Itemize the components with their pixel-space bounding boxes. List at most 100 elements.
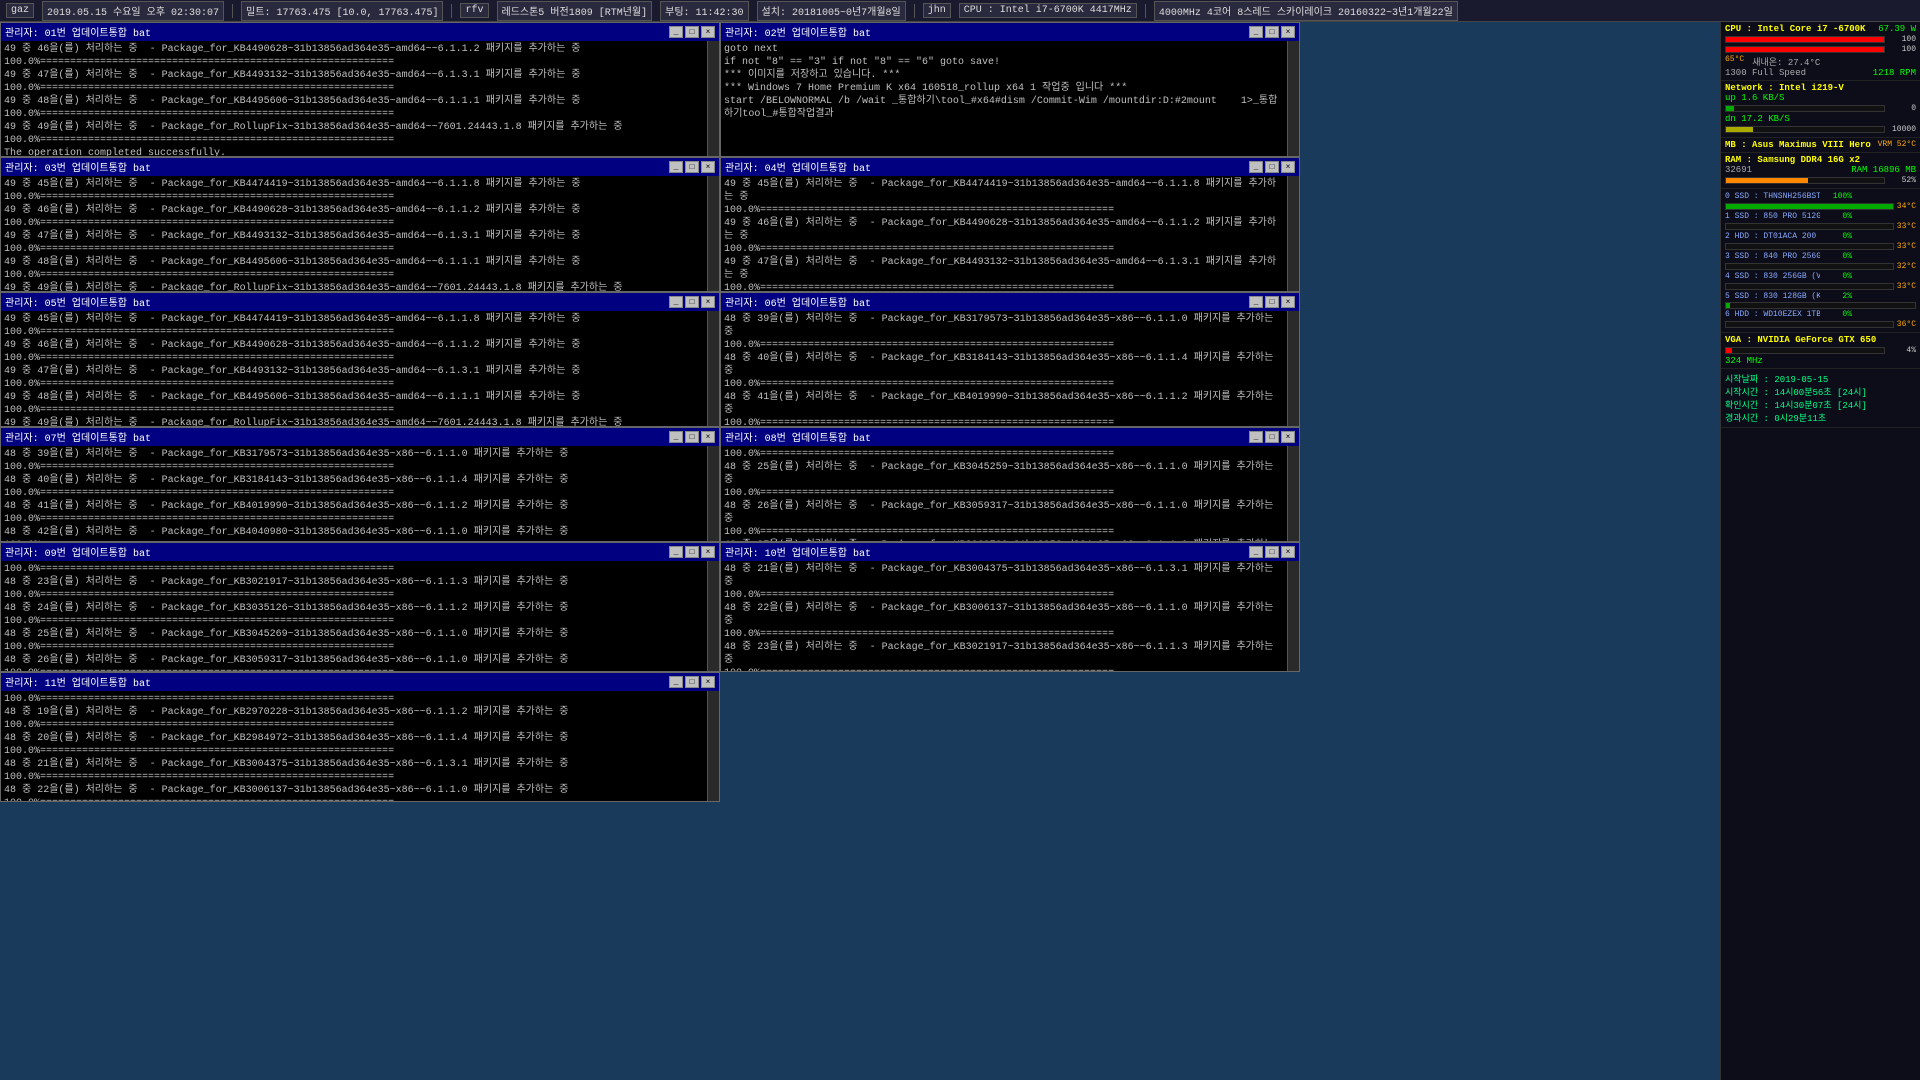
cmd-scrollbar-0[interactable] bbox=[707, 41, 719, 156]
cmd-window-6[interactable]: 관리자: 07번 업데이트통합 bat_□×48 중 39을(를) 처리하는 중… bbox=[0, 427, 720, 542]
storage-bar-container-3: 32°C bbox=[1725, 262, 1916, 271]
cmd-btn-1-3[interactable]: □ bbox=[1265, 161, 1279, 173]
cpu-temp: 65°C bbox=[1725, 55, 1744, 68]
taskbar-app[interactable]: gaz bbox=[6, 3, 34, 18]
mb-vrm: VRM 52°C bbox=[1878, 140, 1916, 150]
cmd-scrollbar-7[interactable] bbox=[1287, 446, 1299, 541]
cmd-btn-2-1[interactable]: × bbox=[1281, 26, 1295, 38]
cmd-window-4[interactable]: 관리자: 05번 업데이트통합 bat_□×49 중 45을(를) 처리하는 중… bbox=[0, 292, 720, 427]
cmd-controls-8: _□× bbox=[669, 546, 715, 558]
cmd-btn-1-6[interactable]: □ bbox=[685, 431, 699, 443]
cmd-btn-2-4[interactable]: × bbox=[701, 296, 715, 308]
storage-row-6: 6 HDD : WD10EZEX 1TB (S:)0% bbox=[1725, 310, 1916, 319]
ram-used: RAM 16896 MB bbox=[1851, 165, 1916, 175]
storage-temp-2: 33°C bbox=[1897, 242, 1916, 251]
cmd-btn-2-9[interactable]: × bbox=[1281, 546, 1295, 558]
cmd-btn-2-10[interactable]: × bbox=[701, 676, 715, 688]
cmd-scrollbar-6[interactable] bbox=[707, 446, 719, 541]
storage-temp-4: 33°C bbox=[1897, 282, 1916, 291]
cmd-btn-0-4[interactable]: _ bbox=[669, 296, 683, 308]
cmd-scrollbar-10[interactable] bbox=[707, 691, 719, 801]
cmd-btn-1-5[interactable]: □ bbox=[1265, 296, 1279, 308]
storage-temp-0: 34°C bbox=[1897, 202, 1916, 211]
cmd-body-10: 100.0%==================================… bbox=[1, 691, 719, 801]
cmd-btn-1-2[interactable]: □ bbox=[685, 161, 699, 173]
cmd-titlebar-3: 관리자: 04번 업데이트통합 bat_□× bbox=[721, 158, 1299, 176]
cmd-scrollbar-5[interactable] bbox=[1287, 311, 1299, 426]
cmd-content-7: 100.0%==================================… bbox=[721, 446, 1287, 541]
cmd-controls-9: _□× bbox=[1249, 546, 1295, 558]
cmd-scrollbar-1[interactable] bbox=[1287, 41, 1299, 156]
cmd-window-2[interactable]: 관리자: 03번 업데이트통합 bat_□×49 중 45을(를) 처리하는 중… bbox=[0, 157, 720, 292]
cmd-window-0[interactable]: 관리자: 01번 업데이트통합 bat_□×49 중 46을(를) 처리하는 중… bbox=[0, 22, 720, 157]
cmd-scrollbar-9[interactable] bbox=[1287, 561, 1299, 671]
cmd-scrollbar-2[interactable] bbox=[707, 176, 719, 291]
cmd-titlebar-5: 관리자: 06번 업데이트통합 bat_□× bbox=[721, 293, 1299, 311]
net-dn-bar-fill bbox=[1726, 127, 1753, 132]
cmd-scrollbar-4[interactable] bbox=[707, 311, 719, 426]
cmd-content-2: 49 중 45을(를) 처리하는 중 - Package_for_KB44744… bbox=[1, 176, 707, 291]
cpu-bar-1: 100 bbox=[1725, 35, 1916, 44]
vga-label: VGA : NVIDIA GeForce GTX 650 bbox=[1725, 335, 1876, 345]
cmd-btn-0-2[interactable]: _ bbox=[669, 161, 683, 173]
cmd-window-7[interactable]: 관리자: 08번 업데이트통합 bat_□×100.0%============… bbox=[720, 427, 1300, 542]
cmd-btn-0-9[interactable]: _ bbox=[1249, 546, 1263, 558]
cmd-content-4: 49 중 45을(를) 처리하는 중 - Package_for_KB44744… bbox=[1, 311, 707, 426]
cmd-body-9: 48 중 21을(를) 처리하는 중 - Package_for_KB30043… bbox=[721, 561, 1299, 671]
cmd-btn-2-8[interactable]: × bbox=[701, 546, 715, 558]
storage-bar-container-2: 33°C bbox=[1725, 242, 1916, 251]
cmd-window-9[interactable]: 관리자: 10번 업데이트통합 bat_□×48 중 21을(를) 처리하는 중… bbox=[720, 542, 1300, 672]
cmd-btn-1-9[interactable]: □ bbox=[1265, 546, 1279, 558]
taskbar-divider1 bbox=[232, 4, 233, 18]
vga-bar: 4% bbox=[1725, 346, 1916, 355]
cmd-btn-1-0[interactable]: □ bbox=[685, 26, 699, 38]
cmd-body-7: 100.0%==================================… bbox=[721, 446, 1299, 541]
cmd-btn-0-10[interactable]: _ bbox=[669, 676, 683, 688]
storage-item-0: 0 SSD : THNSNH256BST (G: D:)100%34°C bbox=[1725, 192, 1916, 211]
cmd-window-3[interactable]: 관리자: 04번 업데이트통합 bat_□×49 중 45을(를) 처리하는 중… bbox=[720, 157, 1300, 292]
cmd-btn-0-8[interactable]: _ bbox=[669, 546, 683, 558]
cmd-title-6: 관리자: 07번 업데이트통합 bat bbox=[5, 429, 151, 445]
cmd-btn-1-1[interactable]: □ bbox=[1265, 26, 1279, 38]
side-panel: CPU : Intel Core i7 -6700K 67.39 W 100 1… bbox=[1720, 22, 1920, 1080]
cmd-btn-0-1[interactable]: _ bbox=[1249, 26, 1263, 38]
cmd-btn-0-7[interactable]: _ bbox=[1249, 431, 1263, 443]
storage-label-6: 6 HDD : WD10EZEX 1TB (S:) bbox=[1725, 310, 1820, 319]
cmd-btn-2-0[interactable]: × bbox=[701, 26, 715, 38]
cmd-btn-0-5[interactable]: _ bbox=[1249, 296, 1263, 308]
cmd-controls-2: _□× bbox=[669, 161, 715, 173]
cmd-titlebar-10: 관리자: 11번 업데이트통합 bat_□× bbox=[1, 673, 719, 691]
cmd-btn-1-4[interactable]: □ bbox=[685, 296, 699, 308]
cmd-window-1[interactable]: 관리자: 02번 업데이트통합 bat_□×goto next if not "… bbox=[720, 22, 1300, 157]
cmd-btn-1-10[interactable]: □ bbox=[685, 676, 699, 688]
cmd-btn-1-8[interactable]: □ bbox=[685, 546, 699, 558]
storage-row-5: 5 SSD : 830 128GB (K:)2% bbox=[1725, 292, 1916, 301]
storage-row-3: 3 SSD : 840 PRO 256GB (C: E: F:)0% bbox=[1725, 252, 1916, 261]
storage-bar-bg-3 bbox=[1725, 263, 1894, 270]
ram-label: RAM : Samsung DDR4 16G x2 bbox=[1725, 155, 1860, 165]
storage-bar-container-6: 36°C bbox=[1725, 320, 1916, 329]
cmd-window-8[interactable]: 관리자: 09번 업데이트통합 bat_□×100.0%============… bbox=[0, 542, 720, 672]
cmd-titlebar-8: 관리자: 09번 업데이트통합 bat_□× bbox=[1, 543, 719, 561]
cmd-btn-2-6[interactable]: × bbox=[701, 431, 715, 443]
cmd-window-10[interactable]: 관리자: 11번 업데이트통합 bat_□×100.0%============… bbox=[0, 672, 720, 802]
cmd-btn-2-3[interactable]: × bbox=[1281, 161, 1295, 173]
cmd-btn-2-7[interactable]: × bbox=[1281, 431, 1295, 443]
cmd-btn-2-2[interactable]: × bbox=[701, 161, 715, 173]
cmd-body-5: 48 중 39을(를) 처리하는 중 - Package_for_KB31795… bbox=[721, 311, 1299, 426]
net-up: up 1.6 KB/S bbox=[1725, 93, 1784, 103]
cmd-btn-2-5[interactable]: × bbox=[1281, 296, 1295, 308]
cmd-window-5[interactable]: 관리자: 06번 업데이트통합 bat_□×48 중 39을(를) 처리하는 중… bbox=[720, 292, 1300, 427]
cmd-btn-1-7[interactable]: □ bbox=[1265, 431, 1279, 443]
cmd-btn-0-3[interactable]: _ bbox=[1249, 161, 1263, 173]
cmd-scrollbar-8[interactable] bbox=[707, 561, 719, 671]
cmd-btn-0-0[interactable]: _ bbox=[669, 26, 683, 38]
net-dn-bar-bg bbox=[1725, 126, 1885, 133]
taskbar-stats: 밀트: 17763.475 [10.0, 17763.475] bbox=[241, 1, 443, 21]
storage-pct-6: 0% bbox=[1822, 310, 1852, 319]
cmd-titlebar-7: 관리자: 08번 업데이트통합 bat_□× bbox=[721, 428, 1299, 446]
cmd-btn-0-6[interactable]: _ bbox=[669, 431, 683, 443]
cmd-scrollbar-3[interactable] bbox=[1287, 176, 1299, 291]
side-storage-section: 0 SSD : THNSNH256BST (G: D:)100%34°C1 SS… bbox=[1721, 189, 1920, 333]
fan-label: 1300 Full Speed bbox=[1725, 68, 1806, 78]
